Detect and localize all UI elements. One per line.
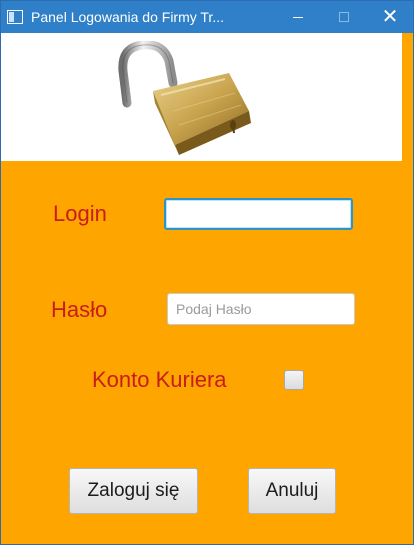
courier-account-label: Konto Kuriera — [92, 367, 227, 392]
password-input[interactable] — [167, 293, 355, 325]
login-window: Panel Logowania do Firmy Tr... ✕ Login H… — [0, 0, 414, 545]
login-label: Login — [53, 201, 107, 226]
window-controls: ✕ — [275, 1, 413, 33]
minimize-icon — [293, 16, 303, 18]
padlock-open-icon — [118, 41, 251, 155]
title-bar[interactable]: Panel Logowania do Firmy Tr... ✕ — [1, 1, 413, 33]
close-icon: ✕ — [381, 6, 399, 28]
maximize-icon — [339, 12, 349, 22]
close-button[interactable]: ✕ — [367, 1, 413, 33]
cancel-button[interactable]: Anuluj — [248, 468, 336, 514]
login-button[interactable]: Zaloguj się — [69, 468, 198, 514]
java-window-icon — [7, 10, 23, 24]
minimize-button[interactable] — [275, 1, 321, 33]
courier-account-checkbox[interactable] — [284, 370, 304, 390]
password-label: Hasło — [51, 297, 108, 322]
header-image-panel — [1, 33, 402, 161]
login-input[interactable] — [164, 198, 353, 230]
window-title: Panel Logowania do Firmy Tr... — [31, 9, 224, 25]
maximize-button — [321, 1, 367, 33]
